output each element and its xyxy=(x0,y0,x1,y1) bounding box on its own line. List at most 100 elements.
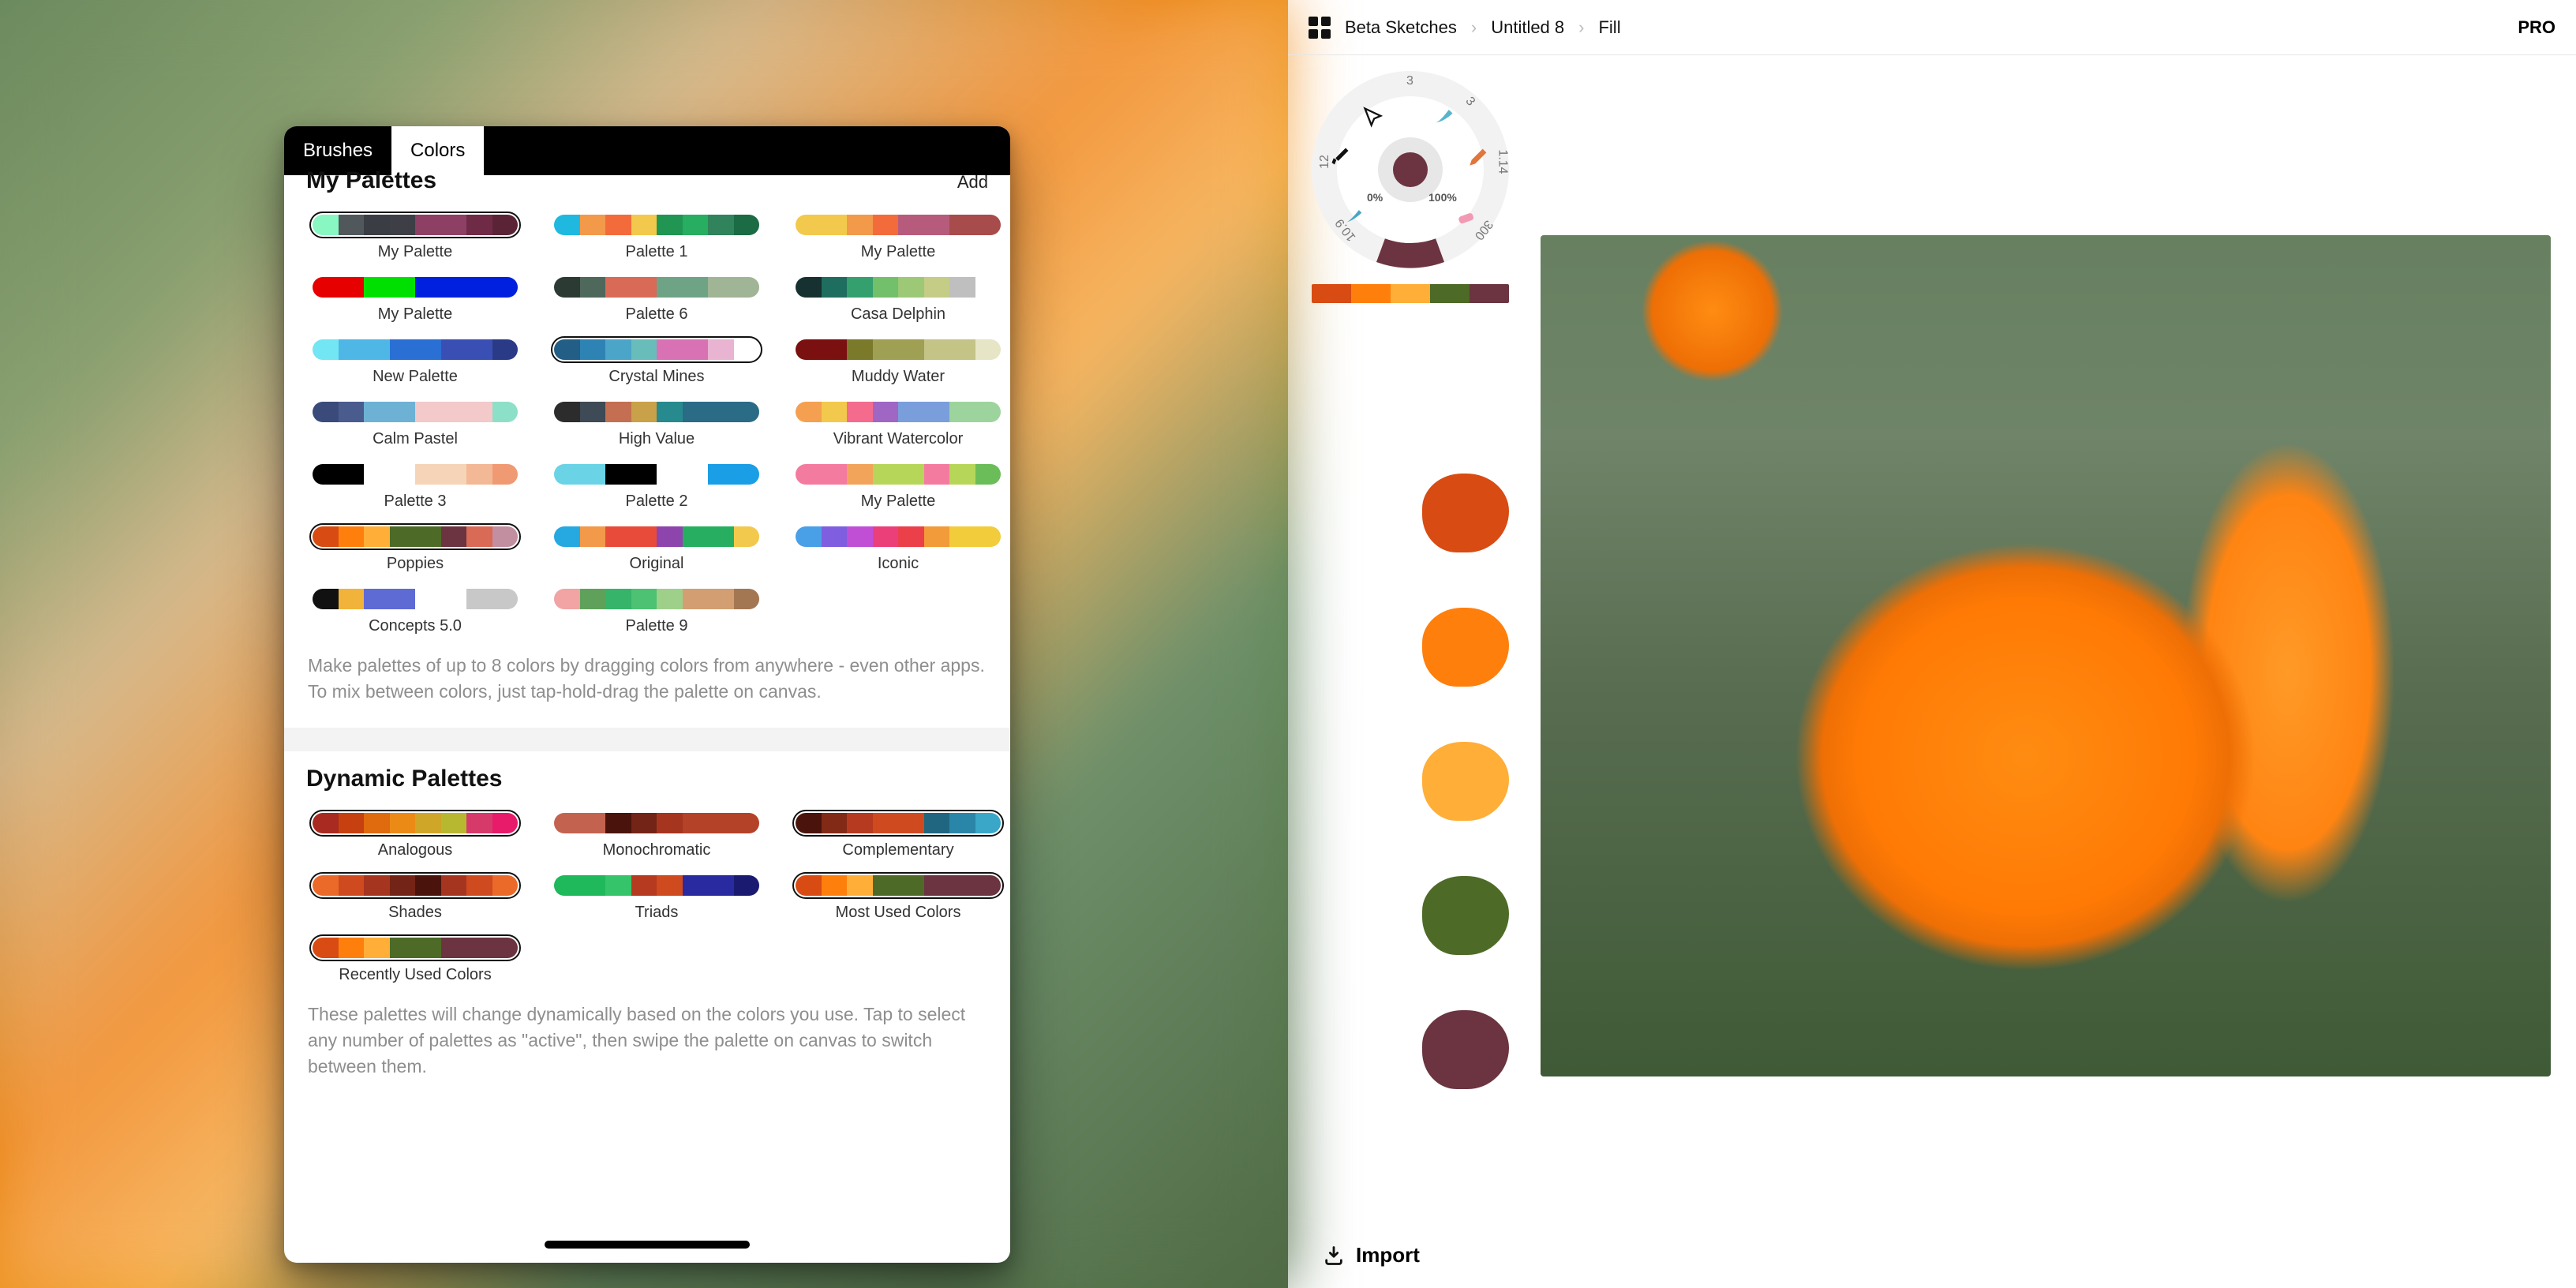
palette-color-chip[interactable] xyxy=(822,339,848,360)
palette-color-chip[interactable] xyxy=(390,589,416,609)
palette-color-chip[interactable] xyxy=(924,215,950,235)
palette-item[interactable]: Crystal Mines xyxy=(549,339,764,386)
palette-item[interactable]: Shades xyxy=(308,875,522,922)
palette-color-chip[interactable] xyxy=(949,277,975,298)
palette-color-chip[interactable] xyxy=(605,526,631,547)
palette-swatch-strip[interactable] xyxy=(313,215,518,235)
palette-item[interactable]: Palette 1 xyxy=(549,215,764,261)
palette-color-chip[interactable] xyxy=(683,464,709,485)
palette-color-chip[interactable] xyxy=(441,277,467,298)
palette-color-chip[interactable] xyxy=(796,464,822,485)
palette-color-chip[interactable] xyxy=(975,339,1002,360)
palette-color-chip[interactable] xyxy=(605,402,631,422)
palette-color-chip[interactable] xyxy=(339,402,365,422)
palette-item[interactable]: Palette 3 xyxy=(308,464,522,511)
palette-color-chip[interactable] xyxy=(441,339,467,360)
palette-color-chip[interactable] xyxy=(708,277,734,298)
palette-color-chip[interactable] xyxy=(580,402,606,422)
palette-item[interactable]: Recently Used Colors xyxy=(308,938,522,984)
palette-color-chip[interactable] xyxy=(605,464,631,485)
palette-color-chip[interactable] xyxy=(949,464,975,485)
palette-color-chip[interactable] xyxy=(364,813,390,833)
palette-color-chip[interactable] xyxy=(580,813,606,833)
palette-color-chip[interactable] xyxy=(873,464,899,485)
breadcrumb-tool[interactable]: Fill xyxy=(1598,17,1620,38)
palette-color-chip[interactable] xyxy=(949,813,975,833)
palette-color-chip[interactable] xyxy=(554,402,580,422)
active-palette-color[interactable] xyxy=(1351,284,1391,303)
palette-color-chip[interactable] xyxy=(822,277,848,298)
palette-item[interactable]: My Palette xyxy=(791,215,1005,261)
palette-item[interactable]: My Palette xyxy=(308,277,522,324)
palette-color-chip[interactable] xyxy=(734,339,760,360)
palette-swatch-strip[interactable] xyxy=(554,464,759,485)
palette-color-chip[interactable] xyxy=(631,215,657,235)
palette-color-chip[interactable] xyxy=(873,526,899,547)
palette-color-chip[interactable] xyxy=(605,339,631,360)
palette-swatch-strip[interactable] xyxy=(554,589,759,609)
palette-color-chip[interactable] xyxy=(822,813,848,833)
palette-color-chip[interactable] xyxy=(313,339,339,360)
palette-color-chip[interactable] xyxy=(415,339,441,360)
palette-swatch-strip[interactable] xyxy=(313,813,518,833)
palette-swatch-strip[interactable] xyxy=(313,526,518,547)
palette-item[interactable]: My Palette xyxy=(791,464,1005,511)
palette-color-chip[interactable] xyxy=(313,875,339,896)
add-palette-button[interactable]: Add xyxy=(957,172,988,193)
color-sample-blob[interactable] xyxy=(1422,876,1509,955)
palette-color-chip[interactable] xyxy=(339,938,365,958)
palette-color-chip[interactable] xyxy=(339,339,365,360)
palette-color-chip[interactable] xyxy=(847,277,873,298)
palette-color-chip[interactable] xyxy=(975,875,1002,896)
palette-swatch-strip[interactable] xyxy=(313,402,518,422)
palette-item[interactable]: Casa Delphin xyxy=(791,277,1005,324)
palette-swatch-strip[interactable] xyxy=(796,526,1001,547)
palette-color-chip[interactable] xyxy=(734,526,760,547)
palette-color-chip[interactable] xyxy=(657,339,683,360)
palette-color-chip[interactable] xyxy=(313,813,339,833)
palette-color-chip[interactable] xyxy=(683,402,709,422)
palette-color-chip[interactable] xyxy=(364,589,390,609)
palette-color-chip[interactable] xyxy=(796,339,822,360)
palette-color-chip[interactable] xyxy=(605,875,631,896)
tool-wheel[interactable]: 0% 100% 3 3 1.14 300 10.9 12 xyxy=(1312,71,1509,268)
palette-color-chip[interactable] xyxy=(657,215,683,235)
palette-color-chip[interactable] xyxy=(580,277,606,298)
palette-color-chip[interactable] xyxy=(605,589,631,609)
palette-swatch-strip[interactable] xyxy=(313,339,518,360)
palette-color-chip[interactable] xyxy=(466,464,492,485)
palette-color-chip[interactable] xyxy=(339,875,365,896)
palette-swatch-strip[interactable] xyxy=(554,526,759,547)
palette-color-chip[interactable] xyxy=(683,277,709,298)
palette-color-chip[interactable] xyxy=(390,339,416,360)
palette-color-chip[interactable] xyxy=(734,215,760,235)
palette-color-chip[interactable] xyxy=(796,277,822,298)
palette-color-chip[interactable] xyxy=(339,813,365,833)
palette-color-chip[interactable] xyxy=(364,339,390,360)
palette-color-chip[interactable] xyxy=(492,339,519,360)
palette-color-chip[interactable] xyxy=(364,938,390,958)
palette-color-chip[interactable] xyxy=(873,215,899,235)
palette-swatch-strip[interactable] xyxy=(554,875,759,896)
palette-color-chip[interactable] xyxy=(580,526,606,547)
palette-color-chip[interactable] xyxy=(683,339,709,360)
palette-item[interactable]: Triads xyxy=(549,875,764,922)
palette-color-chip[interactable] xyxy=(924,339,950,360)
palette-color-chip[interactable] xyxy=(898,402,924,422)
palette-color-chip[interactable] xyxy=(708,464,734,485)
palette-color-chip[interactable] xyxy=(415,215,441,235)
active-palette-color[interactable] xyxy=(1391,284,1430,303)
palette-swatch-strip[interactable] xyxy=(796,813,1001,833)
palette-color-chip[interactable] xyxy=(898,875,924,896)
palette-color-chip[interactable] xyxy=(734,589,760,609)
palette-color-chip[interactable] xyxy=(924,526,950,547)
palette-color-chip[interactable] xyxy=(949,875,975,896)
palette-color-chip[interactable] xyxy=(390,875,416,896)
palette-color-chip[interactable] xyxy=(631,464,657,485)
palette-color-chip[interactable] xyxy=(873,813,899,833)
palette-color-chip[interactable] xyxy=(796,813,822,833)
selection-arrow-icon[interactable] xyxy=(1362,106,1384,128)
palette-color-chip[interactable] xyxy=(580,464,606,485)
palette-swatch-strip[interactable] xyxy=(796,277,1001,298)
active-palette-color[interactable] xyxy=(1312,284,1351,303)
